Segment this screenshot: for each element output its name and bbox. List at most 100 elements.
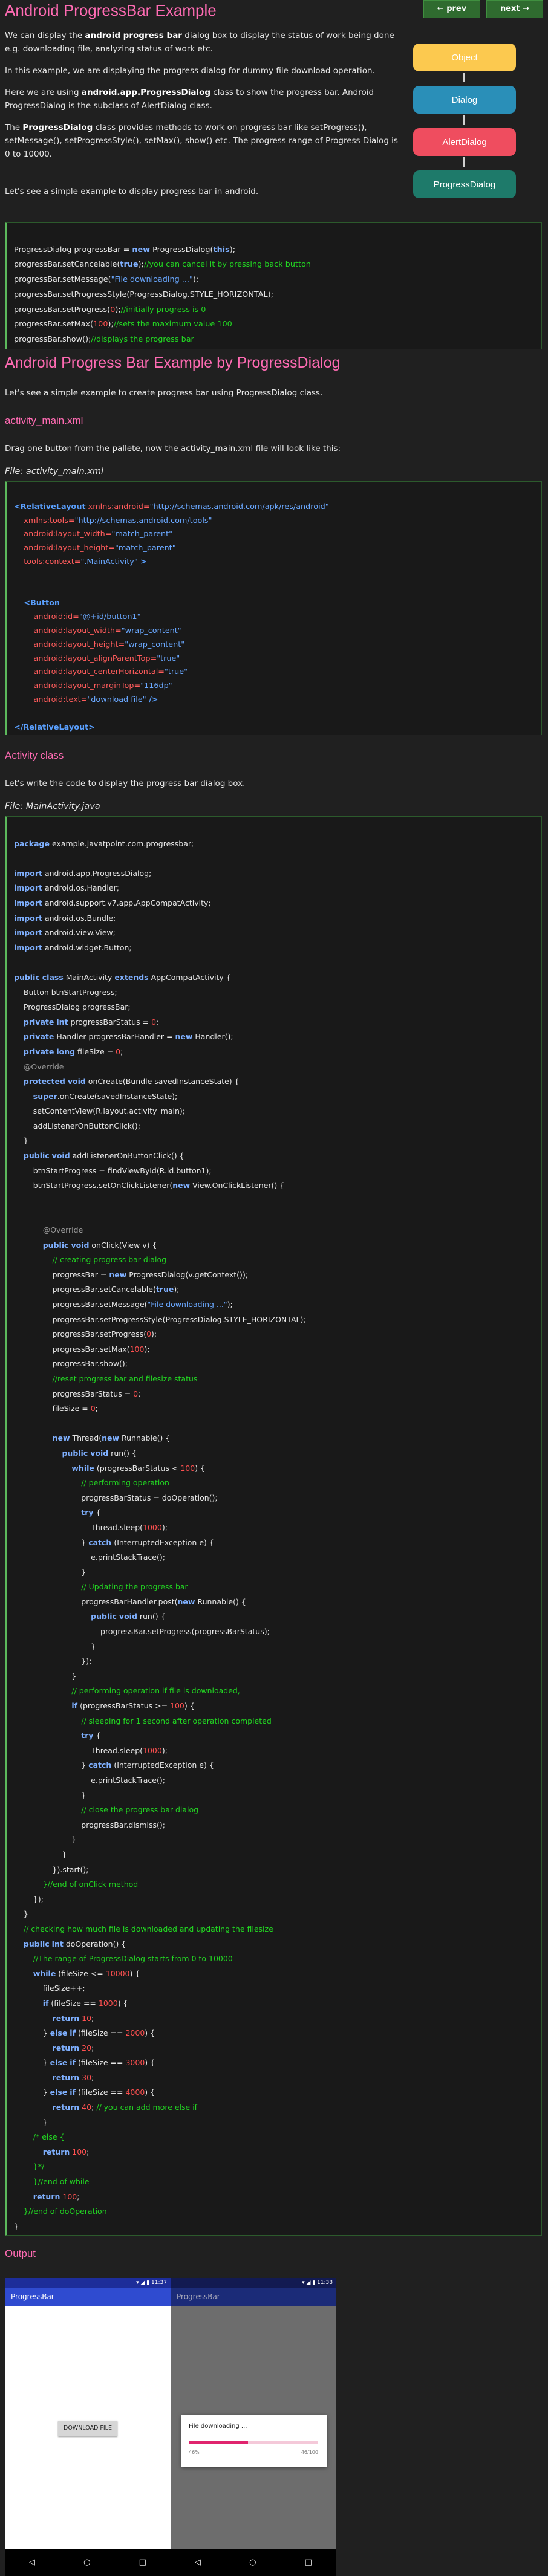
progress-fill (189, 2441, 249, 2444)
code-keyword: new (102, 1433, 120, 1443)
code-text: ; (156, 1017, 159, 1027)
code-number: 1000 (98, 1998, 118, 2008)
code-keyword: public (62, 1448, 88, 1458)
code-comment: // Updating the progress bar (81, 1582, 188, 1592)
code-text: onClick(View v) { (89, 1240, 157, 1250)
code-keyword: int (56, 1017, 68, 1027)
code-keyword: import (14, 868, 42, 878)
recent-apps-icon[interactable]: □ (139, 2558, 146, 2567)
code-text: setContentView(R.layout.activity_main); (33, 1106, 185, 1116)
code-number: 100 (62, 2192, 77, 2201)
code-attr: xmlns:android= (85, 502, 150, 511)
code-text: ) { (184, 1701, 195, 1711)
code-comment: // you can add more else if (96, 2103, 198, 2112)
code-string: "match_parent" (115, 543, 176, 553)
code-text: progressBar.setMax( (14, 320, 94, 329)
prev-button[interactable]: ← prev (423, 0, 480, 18)
code-text: progressBarStatus = (68, 1017, 152, 1027)
code-number: 0 (90, 1404, 96, 1413)
download-file-button[interactable]: DOWNLOAD FILE (58, 2421, 117, 2436)
code-text: (fileSize == (48, 1998, 99, 2008)
code-keyword: return (52, 2043, 80, 2052)
code-string: "wrap_content" (125, 640, 185, 649)
home-icon[interactable]: ○ (249, 2558, 256, 2567)
code-keyword: try (81, 1508, 94, 1517)
code-number: 1000 (143, 1745, 162, 1755)
code-keyword: public (23, 1939, 50, 1948)
code-text: Handler(); (192, 1032, 233, 1042)
home-icon[interactable]: ○ (83, 2558, 90, 2567)
code-keyword: new (109, 1270, 127, 1279)
code-text: MainActivity (63, 972, 115, 982)
code-keyword: import (14, 898, 42, 907)
code-text: (fileSize == (76, 2028, 126, 2038)
code-text: ); (108, 320, 114, 329)
code-string: "true" (164, 667, 188, 677)
code-text: e.printStackTrace(); (91, 1776, 165, 1785)
code-keyword: return (33, 2192, 60, 2201)
code-text: run() { (137, 1612, 166, 1621)
code-comment: //sets the maximum value 100 (113, 320, 232, 329)
code-text: (InterruptedException e) { (111, 1760, 214, 1770)
code-snippet-progressdialog: ProgressDialog progressBar = new Progres… (5, 222, 542, 349)
code-keyword: while (33, 1968, 56, 1978)
code-text: } (81, 1537, 86, 1547)
code-comment: }//end of onClick method (42, 1880, 139, 1889)
code-text: e.printStackTrace(); (91, 1552, 165, 1562)
code-number: 100 (170, 1701, 184, 1711)
code-text: AppCompatActivity { (148, 972, 231, 982)
code-text: ); (192, 275, 199, 285)
code-string: "File downloading ..." (111, 275, 193, 285)
code-text: android.view.View; (42, 928, 116, 938)
code-number: 1000 (143, 1522, 162, 1532)
diagram-box-dialog: Dialog (413, 86, 516, 114)
code-text: progressBar.show(); (14, 334, 91, 344)
code-text: ) { (129, 1968, 140, 1978)
next-button[interactable]: next → (486, 0, 543, 18)
code-keyword: else (50, 2058, 68, 2068)
code-tag: </RelativeLayout> (14, 722, 95, 732)
code-keyword: if (70, 2028, 76, 2038)
code-text: progressBar.dismiss(); (81, 1820, 165, 1829)
code-text: ); (115, 305, 121, 314)
code-keyword: catch (88, 1760, 112, 1770)
code-tag: > (137, 557, 147, 566)
code-keyword: else (50, 2028, 68, 2038)
code-text: ProgressDialog(v.getContext()); (126, 1270, 249, 1279)
code-text: progressBarStatus = (52, 1389, 134, 1398)
bold-text: ProgressDialog (22, 123, 93, 132)
code-keyword: private (23, 1046, 54, 1056)
code-text: progressBar.setProgress( (52, 1329, 147, 1339)
code-keyword: new (175, 1032, 193, 1042)
bold-text: android.app.ProgressDialog (81, 88, 211, 97)
nav-bar: ◁ ○ □ (5, 2549, 171, 2576)
code-text: ); (151, 1329, 157, 1339)
code-text: fileSize++; (42, 1984, 85, 1993)
subsection-heading: activity_main.xml (5, 415, 83, 426)
code-text: (progressBarStatus < (94, 1463, 181, 1473)
code-annotation: @Override (42, 1225, 83, 1235)
code-comment: //The range of ProgressDialog starts fro… (33, 1954, 233, 1964)
code-keyword: if (42, 1998, 49, 2008)
recent-apps-icon[interactable]: □ (305, 2558, 312, 2567)
code-keyword: return (52, 2072, 80, 2082)
code-keyword: new (52, 1433, 70, 1443)
code-keyword: int (51, 1939, 64, 1948)
dialog-message: File downloading ... (189, 2423, 247, 2430)
code-keyword: protected (23, 1077, 65, 1086)
code-text: progressBar.setCancelable( (52, 1285, 156, 1294)
progress-count: 46/100 (301, 2450, 318, 2455)
code-text: } (42, 2117, 48, 2127)
code-number: 4000 (125, 2088, 145, 2097)
code-keyword: true (120, 260, 139, 270)
code-keyword: public (91, 1612, 117, 1621)
code-attr: android:layout_marginTop= (33, 681, 141, 691)
back-icon[interactable]: ◁ (29, 2558, 35, 2567)
back-icon[interactable]: ◁ (195, 2558, 201, 2567)
bold-text: android progress bar (85, 31, 182, 41)
code-keyword: void (90, 1448, 109, 1458)
code-text: Runnable() { (119, 1433, 171, 1443)
code-attr: android:layout_alignParentTop= (33, 654, 157, 663)
app-bar-title: ProgressBar (5, 2288, 171, 2306)
code-keyword: class (42, 972, 64, 982)
